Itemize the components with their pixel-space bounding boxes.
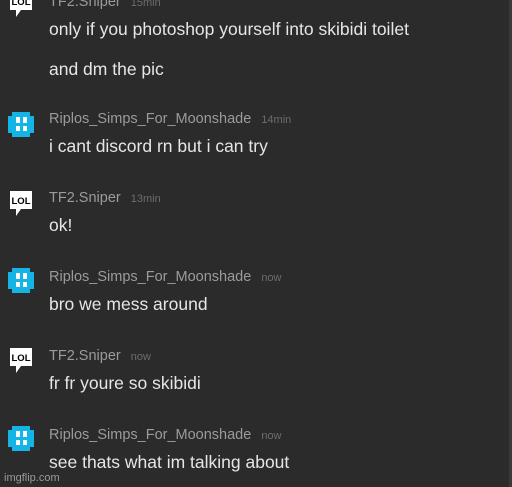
lol-face-icon[interactable]: LOL xyxy=(6,187,36,217)
svg-text:LOL: LOL xyxy=(12,353,31,364)
message-timestamp: 13min xyxy=(130,193,161,205)
message-author[interactable]: Riplos_Simps_For_Moonshade xyxy=(49,111,251,127)
blue-pixel-face-icon[interactable] xyxy=(6,108,36,138)
message-text: fr fr youre so skibidi xyxy=(49,373,201,393)
message-text: i cant discord rn but i can try xyxy=(49,136,268,156)
message-timestamp: 15min xyxy=(130,0,161,9)
message-author[interactable]: Riplos_Simps_For_Moonshade xyxy=(49,269,251,285)
message-author[interactable]: TF2.Sniper xyxy=(49,348,121,364)
message-author[interactable]: TF2.Sniper xyxy=(49,190,121,206)
message-timestamp: 14min xyxy=(261,114,292,126)
message-author[interactable]: Riplos_Simps_For_Moonshade xyxy=(49,427,251,443)
watermark: imgflip.com xyxy=(4,472,60,484)
lol-face-icon[interactable]: LOL xyxy=(6,0,36,18)
message-author[interactable]: TF2.Sniper xyxy=(49,0,121,10)
svg-text:LOL: LOL xyxy=(12,196,31,207)
message-timestamp: now xyxy=(261,272,282,284)
svg-text:LOL: LOL xyxy=(12,0,31,8)
message-text: ok! xyxy=(49,215,73,235)
blue-pixel-face-icon[interactable] xyxy=(6,422,36,452)
message-text: see thats what im talking about xyxy=(49,452,290,472)
message-timestamp: now xyxy=(130,351,151,363)
message-text: bro we mess around xyxy=(49,294,208,314)
message-timestamp: now xyxy=(261,430,282,442)
blue-pixel-face-icon[interactable] xyxy=(6,264,36,294)
message-text: and dm the pic xyxy=(49,59,164,79)
lol-face-icon[interactable]: LOL xyxy=(6,344,36,374)
message-text: only if you photoshop yourself into skib… xyxy=(49,19,409,39)
